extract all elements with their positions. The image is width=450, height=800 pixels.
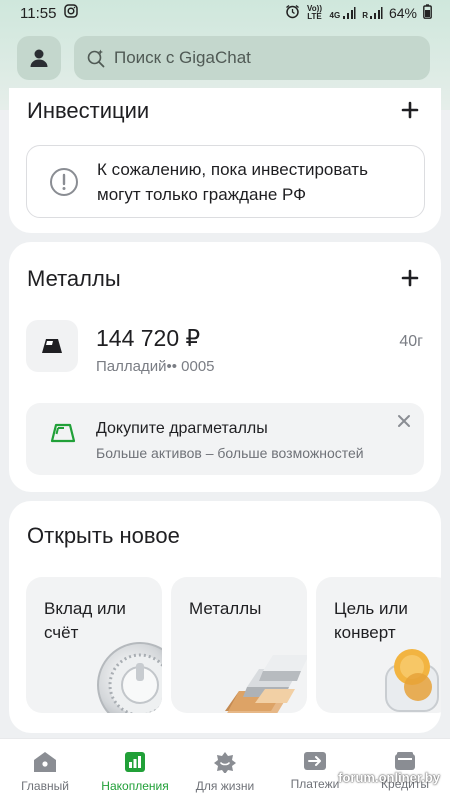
safe-dial-illustration <box>97 642 162 713</box>
watermark: forum.onliner.by <box>338 770 440 785</box>
investments-notice-text: К сожалению, пока инвестировать могут то… <box>97 159 368 204</box>
info-alert-icon <box>50 167 78 196</box>
add-investment-button[interactable] <box>397 97 423 123</box>
gigachat-search-icon <box>87 49 105 68</box>
search-placeholder: Поиск с GigaChat <box>114 48 251 67</box>
status-time: 11:55 <box>20 4 57 22</box>
roaming-label: R <box>362 11 368 20</box>
nav-item-payments-label: Платежи <box>290 777 340 791</box>
plus-icon <box>401 269 419 287</box>
credits-wallet-icon <box>395 752 415 770</box>
alarm-icon <box>285 4 300 22</box>
tile-metals-label: Металлы <box>189 599 262 618</box>
promo-title: Докупите драгметаллы <box>96 420 268 437</box>
buy-metals-promo[interactable]: Докупите драгметаллы Больше активов – бо… <box>26 403 424 475</box>
close-icon <box>398 415 410 427</box>
home-icon <box>34 752 56 772</box>
savings-chart-icon <box>125 752 145 772</box>
battery-icon <box>423 4 432 22</box>
signal-roaming-icon: R <box>362 6 383 20</box>
search-input[interactable]: Поиск с GigaChat <box>74 36 430 80</box>
bottom-navigation: Главный Накопления Для жизни Платежи Кре… <box>0 738 450 800</box>
user-icon <box>30 49 48 67</box>
nav-item-savings-label: Накопления <box>101 779 169 793</box>
plus-icon <box>401 101 419 119</box>
investments-title: Инвестиции <box>27 98 150 123</box>
metals-card: Металлы 144 720 ₽ Палладий•• 0005 40г До… <box>9 242 441 492</box>
investments-notice: К сожалению, пока инвестировать могут то… <box>26 145 425 218</box>
ingot-outline-icon <box>50 423 76 448</box>
open-new-card: Открыть новое Вклад или счёт Металлы Цел… <box>9 501 441 733</box>
ingot-icon <box>42 339 62 353</box>
nav-item-lifestyle[interactable]: Для жизни <box>180 739 270 800</box>
nav-item-lifestyle-label: Для жизни <box>195 779 255 793</box>
volte-label: Vo)) LTE <box>307 4 322 21</box>
battery-percent: 64% <box>388 5 417 21</box>
tile-metals[interactable]: Металлы <box>171 577 307 713</box>
metal-account-amount: 144 720 ₽ <box>96 325 201 351</box>
nav-item-home[interactable]: Главный <box>0 739 90 800</box>
profile-button[interactable] <box>17 36 61 80</box>
investments-card: Инвестиции К сожалению, пока инвестирова… <box>9 88 441 233</box>
metal-bars-illustration <box>225 655 307 713</box>
top-header: Поиск с GigaChat <box>17 36 430 80</box>
open-new-title: Открыть новое <box>27 523 180 548</box>
tile-goal[interactable]: Цель или конверт <box>316 577 441 713</box>
tile-goal-label: Цель или конверт <box>334 599 408 642</box>
network-type-label: 4G <box>329 11 341 20</box>
metals-title: Металлы <box>27 266 121 291</box>
instagram-icon <box>64 4 79 22</box>
add-metal-button[interactable] <box>397 265 423 291</box>
coin-jar-illustration <box>385 649 439 712</box>
lifestyle-icon <box>214 752 236 773</box>
close-promo-button[interactable] <box>396 413 412 429</box>
signal-icon: 4G <box>330 6 357 20</box>
metal-account-icon-box <box>26 320 78 372</box>
metal-account-name: Палладий•• 0005 <box>96 358 215 375</box>
tile-deposit[interactable]: Вклад или счёт <box>26 577 162 713</box>
promo-subtitle: Больше активов – больше возможностей <box>96 445 364 461</box>
status-bar: 11:55 Vo)) LTE 4G R 64% <box>0 0 450 26</box>
payments-arrow-icon <box>304 752 326 770</box>
nav-item-home-label: Главный <box>21 779 69 793</box>
metal-account-weight: 40г <box>399 333 423 350</box>
nav-item-savings[interactable]: Накопления <box>90 739 180 800</box>
